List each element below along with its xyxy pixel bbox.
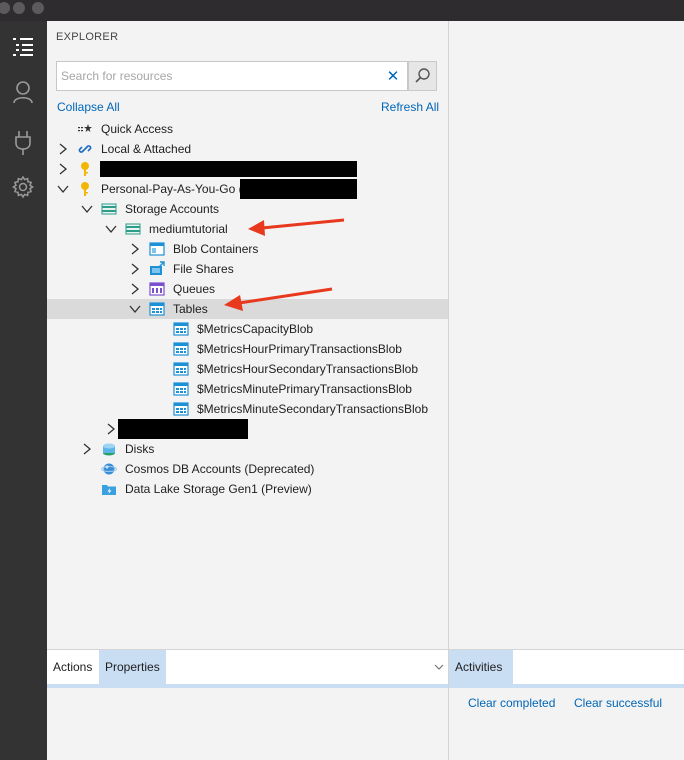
account-icon[interactable] <box>9 78 37 106</box>
disk-icon <box>101 441 117 457</box>
tree-label: Quick Access <box>101 122 174 136</box>
tree-item-data-lake[interactable]: Data Lake Storage Gen1 (Preview) <box>47 479 448 499</box>
chevron-down-icon[interactable] <box>56 182 70 196</box>
table-icon <box>173 321 189 337</box>
tree-item-storage-accounts[interactable]: Storage Accounts <box>47 199 448 219</box>
tree-label: mediumtutorial <box>149 222 228 236</box>
activity-bar <box>0 21 47 760</box>
search-icon <box>414 68 430 83</box>
search-button[interactable] <box>408 61 437 91</box>
tree-label: Data Lake Storage Gen1 (Preview) <box>125 482 312 496</box>
chevron-right-icon[interactable] <box>128 282 142 296</box>
tree-item-disks[interactable]: Disks <box>47 439 448 459</box>
tree-item-table[interactable]: $MetricsMinutePrimaryTransactionsBlob <box>47 379 448 399</box>
chevron-right-icon[interactable] <box>56 162 70 176</box>
key-icon <box>77 161 93 177</box>
activities-tab-strip: Activities <box>449 650 684 684</box>
minimize-window-button[interactable] <box>13 2 25 14</box>
tree-label: $MetricsCapacityBlob <box>197 322 314 336</box>
cosmos-db-icon <box>101 461 117 477</box>
quick-access-icon <box>77 121 93 137</box>
tab-actions[interactable]: Actions <box>47 650 98 684</box>
tree-item-redacted-subscription[interactable] <box>47 159 448 179</box>
tab-properties[interactable]: Properties <box>99 650 166 684</box>
storage-account-icon <box>101 201 117 217</box>
chevron-right-icon[interactable] <box>128 242 142 256</box>
settings-gear-icon[interactable] <box>9 173 37 201</box>
bottom-panel-right: Activities Clear completed Clear success… <box>448 649 684 760</box>
table-icon <box>149 301 165 317</box>
clear-completed-link[interactable]: Clear completed <box>468 696 555 710</box>
tree-label: Local & Attached <box>101 142 192 156</box>
table-icon <box>173 361 189 377</box>
chevron-right-icon[interactable] <box>56 142 70 156</box>
tree-label: Blob Containers <box>173 242 259 256</box>
tree-item-quick-access[interactable]: Quick Access <box>47 119 448 139</box>
tree-item-subscription[interactable]: Personal-Pay-As-You-Go ( <box>47 179 448 199</box>
tab-underline <box>47 684 448 688</box>
blob-container-icon <box>149 241 165 257</box>
activities-column <box>448 21 684 649</box>
plug-icon[interactable] <box>9 129 37 157</box>
tree-label: Personal-Pay-As-You-Go ( <box>101 182 243 196</box>
search-input[interactable] <box>61 68 371 84</box>
key-icon <box>77 181 93 197</box>
tree-item-redacted-account[interactable] <box>47 419 448 439</box>
tree-label: Tables <box>173 302 208 316</box>
chevron-right-icon[interactable] <box>80 442 94 456</box>
tree-item-queues[interactable]: Queues <box>47 279 448 299</box>
explorer-title: EXPLORER <box>56 31 119 43</box>
tree-label: $MetricsMinutePrimaryTransactionsBlob <box>197 382 412 396</box>
refresh-all-link[interactable]: Refresh All <box>381 100 439 114</box>
tree-item-storage-account[interactable]: mediumtutorial <box>47 219 448 239</box>
tree-label: Disks <box>125 442 155 456</box>
table-icon <box>173 381 189 397</box>
tree-label: Queues <box>173 282 216 296</box>
tab-activities[interactable]: Activities <box>449 650 514 684</box>
tree-item-local-attached[interactable]: Local & Attached <box>47 139 448 159</box>
chevron-right-icon[interactable] <box>128 262 142 276</box>
tree-item-blob-containers[interactable]: Blob Containers <box>47 239 448 259</box>
tree-item-table[interactable]: $MetricsMinuteSecondaryTransactionsBlob <box>47 399 448 419</box>
table-icon <box>173 401 189 417</box>
tree-item-tables[interactable]: Tables <box>47 299 448 319</box>
file-share-icon <box>149 261 165 277</box>
collapse-all-link[interactable]: Collapse All <box>57 100 120 114</box>
tree-label: File Shares <box>173 262 234 276</box>
tree-label: $MetricsHourPrimaryTransactionsBlob <box>197 342 402 356</box>
explorer-icon[interactable] <box>9 33 37 61</box>
close-window-button[interactable] <box>0 2 10 14</box>
chevron-down-icon[interactable] <box>128 302 142 316</box>
redacted-block <box>118 419 248 439</box>
tree-label: Storage Accounts <box>125 202 220 216</box>
chevron-right-icon[interactable] <box>104 422 118 436</box>
chevron-down-icon[interactable] <box>433 661 445 673</box>
tree-item-table[interactable]: $MetricsHourPrimaryTransactionsBlob <box>47 339 448 359</box>
tree-item-table[interactable]: $MetricsHourSecondaryTransactionsBlob <box>47 359 448 379</box>
queue-icon <box>149 281 165 297</box>
data-lake-icon <box>101 481 117 497</box>
tree-item-file-shares[interactable]: File Shares <box>47 259 448 279</box>
tree-label: Cosmos DB Accounts (Deprecated) <box>125 462 315 476</box>
explorer-panel: EXPLORER ✕ Collapse All Refresh All Quic… <box>47 21 448 649</box>
window-titlebar <box>0 0 684 21</box>
bottom-panel-left: Actions Properties <box>47 649 448 760</box>
tree-label: $MetricsHourSecondaryTransactionsBlob <box>197 362 418 376</box>
storage-account-icon <box>125 221 141 237</box>
search-box: ✕ <box>56 61 408 91</box>
tree-item-table[interactable]: $MetricsCapacityBlob <box>47 319 448 339</box>
tab-underline <box>449 684 684 688</box>
table-icon <box>173 341 189 357</box>
zoom-window-button[interactable] <box>32 2 44 14</box>
redacted-block <box>100 161 357 177</box>
tree-item-cosmos-db[interactable]: Cosmos DB Accounts (Deprecated) <box>47 459 448 479</box>
tree-label: $MetricsMinuteSecondaryTransactionsBlob <box>197 402 428 416</box>
link-icon <box>77 141 93 157</box>
redacted-block <box>240 179 357 199</box>
bottom-tab-strip: Actions Properties <box>47 650 448 684</box>
clear-search-icon[interactable]: ✕ <box>385 69 401 85</box>
chevron-down-icon[interactable] <box>80 202 94 216</box>
clear-successful-link[interactable]: Clear successful <box>574 696 662 710</box>
chevron-down-icon[interactable] <box>104 222 118 236</box>
